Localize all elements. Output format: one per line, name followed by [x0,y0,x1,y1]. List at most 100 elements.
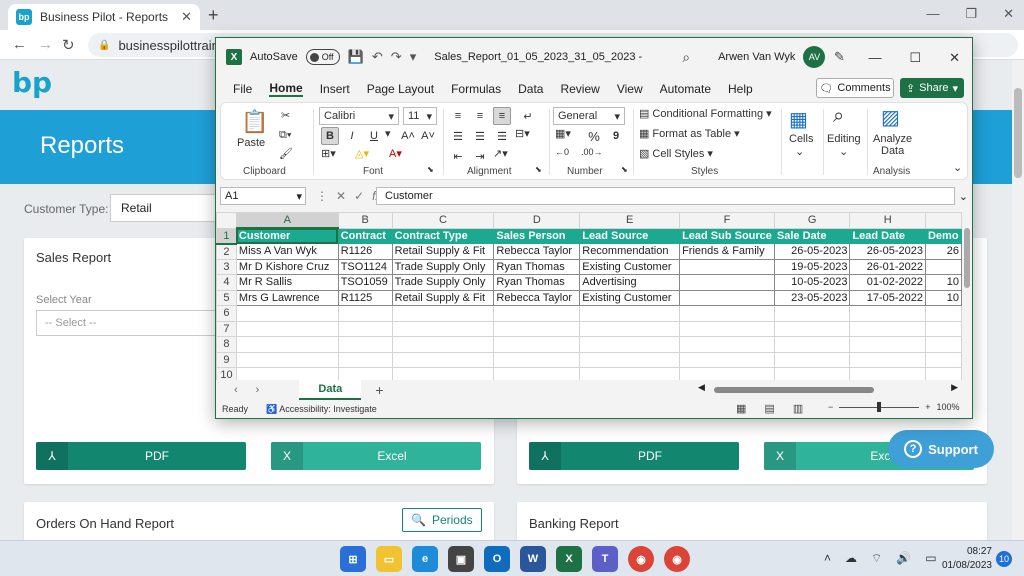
accessibility-status[interactable]: ♿ Accessibility: Investigate [266,404,377,415]
column-header[interactable]: B [337,212,393,229]
row-header[interactable]: 2 [216,243,237,260]
row-header[interactable]: 1 [216,227,237,245]
format-as-table-button[interactable]: ▦ Format as Table ▾ [639,127,740,141]
underline-button[interactable]: U [365,127,383,145]
paste-icon[interactable]: 📋 [241,109,268,135]
restore-icon[interactable]: ❐ [965,6,977,22]
cut-icon[interactable]: ✂ [281,109,290,122]
row-header[interactable]: 4 [216,274,237,291]
comma-style-icon[interactable]: 9 [607,127,625,145]
cell[interactable]: 26-05-2023 [773,243,851,260]
zoom-out-icon[interactable]: − [828,402,833,412]
volume-icon[interactable]: 🔊 [896,551,911,566]
select-year-dropdown[interactable]: -- Select -- [36,310,216,336]
copy-icon[interactable]: ⧉▾ [279,129,291,142]
conditional-formatting-button[interactable]: ▤ Conditional Formatting ▾ [639,107,772,121]
cell[interactable]: Recommendation [579,243,681,260]
decrease-font-icon[interactable]: A˅ [419,127,437,145]
row-header[interactable]: 7 [216,320,237,337]
fill-color-icon[interactable]: ◬▾ [355,147,369,160]
cell[interactable]: R1125 [337,289,393,306]
file-explorer-icon[interactable]: ▭ [376,546,402,572]
spreadsheet-grid[interactable]: A B C D E F G H 1 Customer Contract Cont… [216,212,962,380]
font-dialog-launcher-icon[interactable]: ⬊ [427,165,434,174]
cell[interactable]: Existing Customer [579,258,681,275]
tab-home[interactable]: Home [269,81,303,97]
cell[interactable]: 10 [924,289,962,306]
page-break-view-icon[interactable]: ▥ [793,402,803,415]
page-scrollbar[interactable] [1012,60,1024,540]
enter-icon[interactable]: ✓ [354,189,364,203]
start-icon[interactable]: ⊞ [340,546,366,572]
align-middle-icon[interactable]: ≡ [471,107,489,125]
number-dialog-launcher-icon[interactable]: ⬊ [621,165,628,174]
header-cell[interactable]: Lead Source [579,227,681,244]
vertical-scrollbar[interactable] [962,212,972,380]
editing-button[interactable]: Editing [827,133,861,145]
cell[interactable]: TSO1124 [337,258,393,275]
page-layout-view-icon[interactable]: ▤ [764,402,774,415]
cell[interactable] [679,289,775,306]
cell[interactable]: Advertising [579,274,681,291]
cell[interactable]: 19-05-2023 [773,258,851,275]
comments-button[interactable]: 🗨 Comments [816,78,894,98]
cell[interactable]: 26 [924,243,962,260]
support-button[interactable]: ? Support [888,430,994,468]
pen-icon[interactable]: ✎ [834,49,845,65]
periods-button[interactable]: 🔍 Periods [402,508,482,532]
clock[interactable]: 08:27 01/08/2023 [936,545,992,573]
decrease-indent-icon[interactable]: ⇤ [449,147,467,165]
horizontal-scrollbar[interactable]: ◀ ▶ [698,382,958,394]
cell[interactable] [679,258,775,275]
cells-icon[interactable]: ▦ [789,107,808,132]
share-button[interactable]: ⇪ Share ▾ [900,78,964,98]
align-top-icon[interactable]: ≡ [449,107,467,125]
zoom-level[interactable]: 100% [937,402,960,412]
cell[interactable]: 10 [924,274,962,291]
tab-view[interactable]: View [617,82,643,96]
tab-insert[interactable]: Insert [320,82,350,96]
column-header[interactable] [924,212,962,229]
increase-font-icon[interactable]: A˄ [399,127,417,145]
cell[interactable] [679,274,775,291]
tab-help[interactable]: Help [728,82,753,96]
orientation-icon[interactable]: ↗▾ [493,147,508,160]
search-icon[interactable]: ⌕ [682,49,690,66]
cell[interactable]: Friends & Family [679,243,775,260]
column-header[interactable]: D [493,212,581,229]
header-cell[interactable]: Sale Date [773,227,851,244]
header-cell[interactable]: Sales Person [493,227,581,244]
cell[interactable]: Rebecca Taylor [493,289,581,306]
currency-icon[interactable]: ▦▾ [555,127,571,140]
font-size-select[interactable]: 11 ▾ [403,107,437,125]
cell[interactable]: Mr D Kishore Cruz [235,258,339,275]
scroll-right-icon[interactable]: ▶ [951,382,958,393]
save-icon[interactable]: 💾 [348,49,364,65]
row-header[interactable]: 3 [216,258,237,275]
zoom-in-icon[interactable]: + [925,402,930,412]
row-header[interactable]: 8 [216,336,237,353]
increase-indent-icon[interactable]: ⇥ [471,147,489,165]
wrap-text-icon[interactable]: ↵ [519,107,537,125]
header-cell[interactable]: Lead Sub Source [679,227,775,244]
font-name-select[interactable]: Calibri ▾ [319,107,399,125]
align-right-icon[interactable]: ☰ [493,127,511,145]
analyze-data-icon[interactable]: ▨ [881,105,900,130]
tab-automate[interactable]: Automate [660,82,711,96]
cell[interactable]: Ryan Thomas [493,274,581,291]
tab-file[interactable]: File [233,82,252,96]
cell[interactable]: Ryan Thomas [493,258,581,275]
word-icon[interactable]: W [520,546,546,572]
normal-view-icon[interactable]: ▦ [736,402,746,415]
chrome-icon[interactable]: ◉ [628,546,654,572]
sales-excel-button[interactable]: X Excel [271,442,481,470]
bold-button[interactable]: B [321,127,339,145]
cell[interactable] [924,258,962,275]
row-header[interactable]: 9 [216,351,237,368]
close-window-icon[interactable]: ✕ [1003,6,1014,22]
new-tab-icon[interactable]: + [208,5,219,26]
alignment-dialog-launcher-icon[interactable]: ⬊ [535,165,542,174]
scroll-left-icon[interactable]: ◀ [698,382,705,393]
cell[interactable]: Rebecca Taylor [493,243,581,260]
formula-input[interactable]: Customer [376,187,955,205]
